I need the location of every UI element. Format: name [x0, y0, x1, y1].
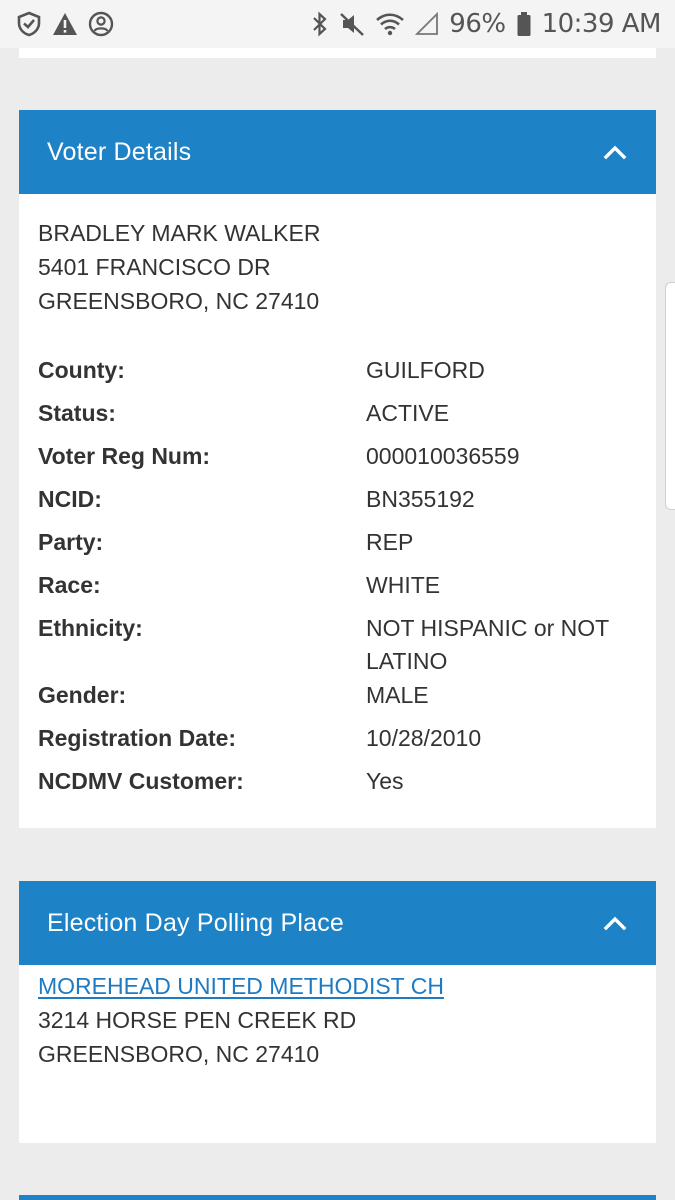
polling-place-title: Election Day Polling Place: [47, 908, 345, 937]
field-registration-date: Registration Date: 10/28/2010: [38, 722, 637, 765]
field-voter-reg-num: Voter Reg Num: 000010036559: [38, 440, 637, 483]
warning-icon: [52, 12, 78, 36]
voter-details-body: BRADLEY MARK WALKER 5401 FRANCISCO DR GR…: [19, 194, 656, 808]
polling-place-address: MOREHEAD UNITED METHODIST CH 3214 HORSE …: [38, 969, 637, 1071]
field-value-line: LATINO: [366, 648, 448, 674]
field-party: Party: REP: [38, 526, 637, 569]
field-status: Status: ACTIVE: [38, 397, 637, 440]
field-gender: Gender: MALE: [38, 679, 637, 722]
voter-details-title: Voter Details: [47, 137, 192, 166]
polling-place-body: MOREHEAD UNITED METHODIST CH 3214 HORSE …: [19, 965, 656, 1071]
account-circle-icon: [88, 11, 114, 37]
field-ncdmv-customer: NCDMV Customer: Yes: [38, 765, 637, 808]
mute-icon: [339, 11, 365, 37]
field-label: Ethnicity:: [38, 615, 143, 641]
polling-place-header[interactable]: Election Day Polling Place: [19, 881, 656, 965]
clock: 10:39 AM: [541, 9, 662, 39]
battery-icon: [516, 11, 532, 37]
chevron-up-icon[interactable]: [602, 910, 628, 936]
polling-place-street: 3214 HORSE PEN CREEK RD: [38, 1007, 357, 1033]
polling-place-link[interactable]: MOREHEAD UNITED METHODIST CH: [38, 973, 444, 999]
field-value: REP: [366, 529, 414, 555]
field-label: Voter Reg Num:: [38, 443, 211, 469]
battery-percent: 96%: [449, 9, 506, 39]
field-county: County: GUILFORD: [38, 354, 637, 397]
edge-scroll-handle[interactable]: [665, 282, 675, 510]
voter-city-state-zip: GREENSBORO, NC 27410: [38, 288, 320, 314]
field-value: GUILFORD: [366, 357, 485, 383]
field-value: 000010036559: [366, 443, 520, 469]
field-label: County:: [38, 357, 125, 383]
field-label: Registration Date:: [38, 725, 237, 751]
field-value: ACTIVE: [366, 400, 450, 426]
status-bar-left: [16, 11, 114, 37]
signal-icon: [415, 12, 439, 36]
polling-place-city-state-zip: GREENSBORO, NC 27410: [38, 1041, 320, 1067]
field-value: WHITE: [366, 572, 441, 598]
field-label: Race:: [38, 572, 101, 598]
voter-fields: County: GUILFORD Status: ACTIVE Voter Re…: [38, 354, 637, 808]
voter-details-panel: Voter Details BRADLEY MARK WALKER 5401 F…: [19, 110, 656, 828]
field-value: Yes: [366, 768, 404, 794]
voter-street: 5401 FRANCISCO DR: [38, 254, 271, 280]
polling-place-panel: Election Day Polling Place MOREHEAD UNIT…: [19, 881, 656, 1143]
status-bar-right: 96% 10:39 AM: [311, 9, 662, 39]
field-label: NCID:: [38, 486, 102, 512]
bluetooth-icon: [311, 11, 329, 37]
field-value: MALE: [366, 682, 429, 708]
field-value: NOT HISPANIC or NOT LATINO: [366, 612, 636, 678]
field-label: NCDMV Customer:: [38, 768, 244, 794]
field-label: Party:: [38, 529, 104, 555]
field-ethnicity: Ethnicity: NOT HISPANIC or NOT LATINO: [38, 612, 637, 679]
field-value: 10/28/2010: [366, 725, 482, 751]
field-value-line: NOT HISPANIC or NOT: [366, 615, 610, 641]
field-label: Status:: [38, 400, 116, 426]
voter-address: BRADLEY MARK WALKER 5401 FRANCISCO DR GR…: [38, 216, 637, 318]
field-race: Race: WHITE: [38, 569, 637, 612]
chevron-up-icon[interactable]: [602, 139, 628, 165]
field-ncid: NCID: BN355192: [38, 483, 637, 526]
voter-details-header[interactable]: Voter Details: [19, 110, 656, 194]
next-panel-header[interactable]: [19, 1195, 656, 1200]
voter-name: BRADLEY MARK WALKER: [38, 220, 321, 246]
status-bar: 96% 10:39 AM: [0, 0, 675, 48]
wifi-icon: [375, 12, 405, 36]
previous-card-bottom: [19, 48, 656, 58]
shield-check-icon: [16, 11, 42, 37]
field-label: Gender:: [38, 682, 127, 708]
field-value: BN355192: [366, 486, 475, 512]
